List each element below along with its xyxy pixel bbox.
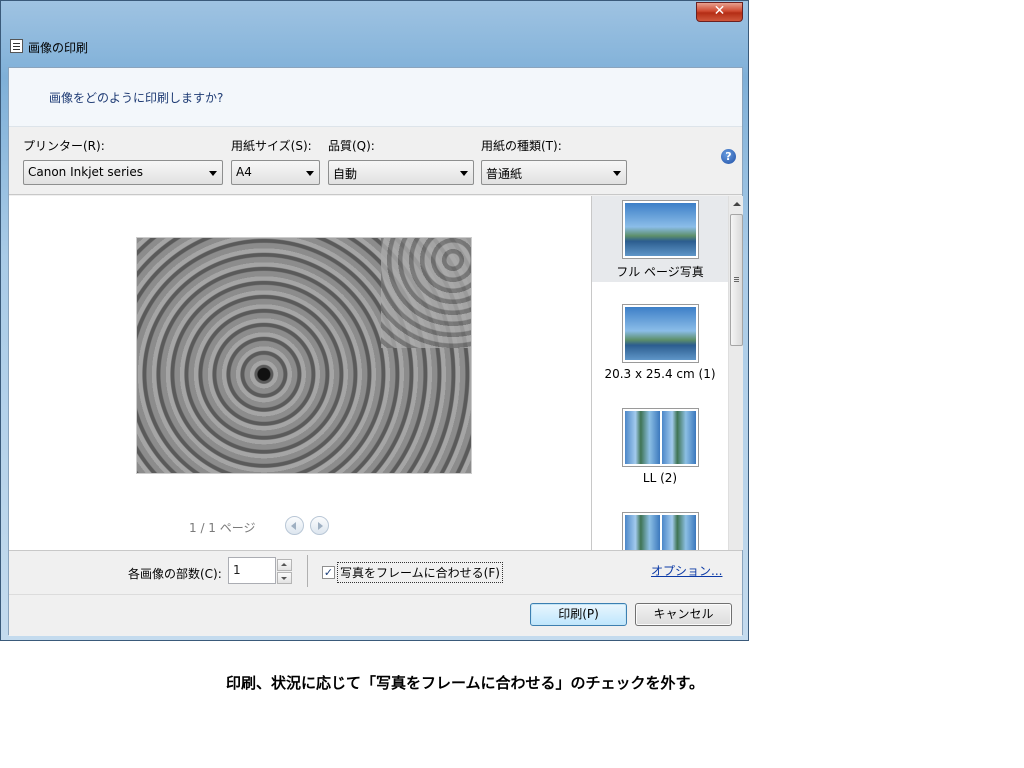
copies-label: 各画像の部数(C): <box>128 567 222 581</box>
help-icon[interactable]: ? <box>721 149 736 164</box>
scroll-thumb[interactable] <box>730 214 743 346</box>
printer-value: Canon Inkjet series <box>28 165 143 179</box>
flower-photo-preview <box>136 237 472 474</box>
landscape-photo-icon <box>625 203 696 256</box>
chevron-down-icon <box>460 171 468 176</box>
two-photo-icon <box>625 515 696 550</box>
spin-down-button[interactable] <box>277 572 292 584</box>
fit-to-frame-label[interactable]: 写真をフレームに合わせる(F) <box>337 562 503 583</box>
layout-thumbnail <box>622 512 699 550</box>
print-dialog-window: 画像の印刷 ✕ 画像をどのように印刷しますか? プリンター(R): Canon … <box>0 0 749 641</box>
paper-type-value: 普通紙 <box>486 167 523 181</box>
paper-type-label: 用紙の種類(T): <box>481 139 562 153</box>
spin-up-button[interactable] <box>277 559 292 571</box>
previous-page-button[interactable] <box>285 516 304 535</box>
printer-select[interactable]: Canon Inkjet series <box>23 160 223 185</box>
layout-thumbnail <box>622 408 699 467</box>
paper-size-value: A4 <box>236 165 252 179</box>
button-bar: 印刷(P) キャンセル <box>9 594 742 636</box>
copies-stepper[interactable] <box>277 559 292 584</box>
instruction-caption: 印刷、状況に応じて「写真をフレームに合わせる」のチェックを外す。 <box>226 674 705 692</box>
layout-label: LL (2) <box>642 471 678 485</box>
question-header: 画像をどのように印刷しますか? <box>9 68 742 127</box>
two-photo-icon <box>625 411 696 464</box>
layout-scrollbar[interactable] <box>728 196 743 550</box>
dialog-client-area: 画像をどのように印刷しますか? プリンター(R): Canon Inkjet s… <box>8 67 743 636</box>
print-options-bar: プリンター(R): Canon Inkjet series 用紙サイズ(S): … <box>9 127 742 195</box>
layout-item-ll[interactable]: LL (2) <box>592 404 728 490</box>
layout-item-20x25[interactable]: 20.3 x 25.4 cm (1) <box>592 300 728 386</box>
chevron-down-icon <box>613 171 621 176</box>
layout-item-partial[interactable] <box>592 508 728 550</box>
layout-thumbnail <box>622 200 699 259</box>
quality-label: 品質(Q): <box>328 139 375 153</box>
chevron-down-icon <box>209 171 217 176</box>
printer-label: プリンター(R): <box>23 139 105 153</box>
printer-icon <box>10 39 23 53</box>
title-bar[interactable]: 画像の印刷 ✕ <box>1 1 748 67</box>
cancel-button[interactable]: キャンセル <box>635 603 732 626</box>
next-page-button[interactable] <box>310 516 329 535</box>
options-link[interactable]: オプション... <box>651 562 722 579</box>
quality-value: 自動 <box>333 167 358 181</box>
layout-list: フル ページ写真 20.3 x 25.4 cm (1) LL (2) <box>591 196 743 550</box>
paper-type-select[interactable]: 普通紙 <box>481 160 627 185</box>
layout-label: 20.3 x 25.4 cm (1) <box>604 367 716 381</box>
copies-bar: 各画像の部数(C): 1 ✓ 写真をフレームに合わせる(F) オプション... <box>9 550 742 594</box>
layout-label: フル ページ写真 <box>616 265 704 279</box>
window-title: 画像の印刷 <box>28 41 89 55</box>
paper-size-select[interactable]: A4 <box>231 160 320 185</box>
landscape-photo-icon <box>625 307 696 360</box>
copies-input[interactable]: 1 <box>228 557 276 584</box>
page-indicator: 1 / 1 ページ <box>189 521 256 535</box>
layout-item-full-page[interactable]: フル ページ写真 <box>592 196 728 282</box>
print-preview-pane: 1 / 1 ページ <box>9 196 591 550</box>
quality-select[interactable]: 自動 <box>328 160 474 185</box>
paper-size-label: 用紙サイズ(S): <box>231 139 312 153</box>
scroll-up-icon[interactable] <box>733 202 741 206</box>
close-button[interactable]: ✕ <box>696 2 743 22</box>
divider <box>307 555 308 587</box>
chevron-down-icon <box>306 171 314 176</box>
print-button[interactable]: 印刷(P) <box>530 603 627 626</box>
fit-to-frame-checkbox[interactable]: ✓ <box>322 566 335 579</box>
question-text: 画像をどのように印刷しますか? <box>49 91 224 105</box>
layout-thumbnail <box>622 304 699 363</box>
